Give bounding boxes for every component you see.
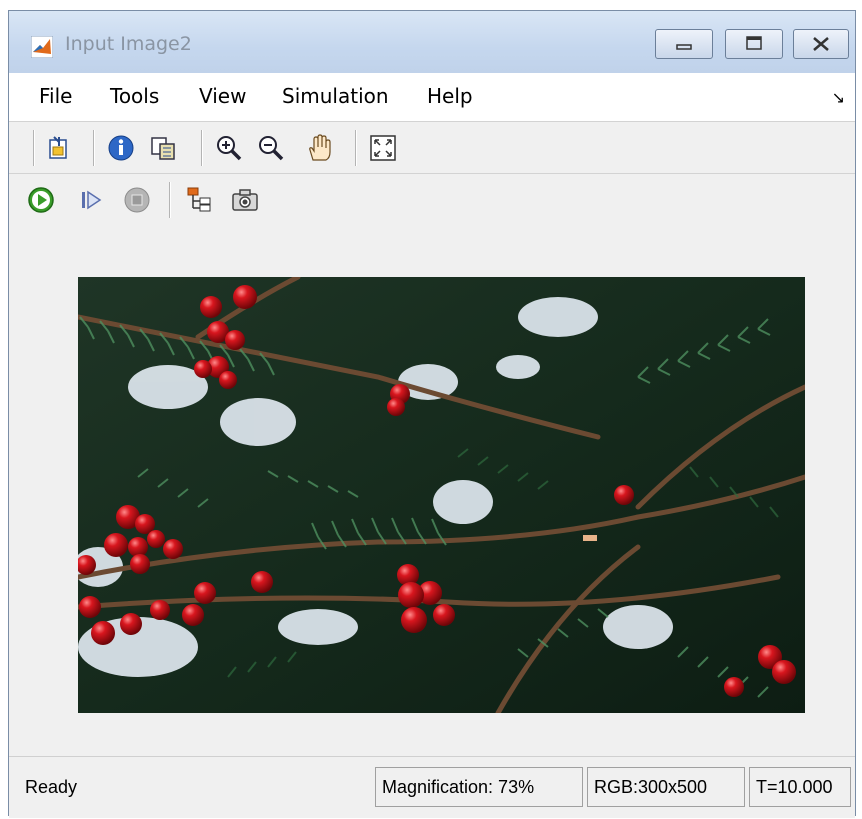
toolbar-separator bbox=[355, 130, 357, 166]
status-rgb-size: RGB:300x500 bbox=[587, 767, 745, 807]
toolbar-navigation bbox=[9, 121, 855, 174]
menu-file[interactable]: File bbox=[39, 84, 72, 108]
close-button[interactable] bbox=[793, 29, 849, 59]
maximize-button[interactable] bbox=[725, 29, 783, 59]
step-forward-icon[interactable] bbox=[77, 186, 105, 214]
run-icon[interactable] bbox=[27, 186, 55, 214]
undock-arrow-icon[interactable]: ↘ bbox=[832, 88, 845, 107]
pan-hand-icon[interactable] bbox=[305, 134, 333, 162]
menu-tools[interactable]: Tools bbox=[110, 84, 159, 108]
title-bar[interactable]: Input Image2 bbox=[9, 11, 855, 73]
menu-help[interactable]: Help bbox=[427, 84, 473, 108]
toolbar-simulation bbox=[9, 173, 855, 227]
toolbar-separator bbox=[93, 130, 95, 166]
close-icon bbox=[813, 37, 829, 51]
displayed-image[interactable] bbox=[78, 277, 805, 713]
status-bar: Ready Magnification: 73% RGB:300x500 T=1… bbox=[9, 756, 855, 818]
toolbar-separator bbox=[169, 182, 171, 218]
status-magnification: Magnification: 73% bbox=[375, 767, 583, 807]
zoom-in-icon[interactable] bbox=[215, 134, 243, 162]
status-time: T=10.000 bbox=[749, 767, 851, 807]
image-viewer-window: Input Image2 File Tools View Simulation … bbox=[8, 10, 856, 818]
snapshot-icon[interactable] bbox=[231, 186, 259, 214]
open-block-icon[interactable] bbox=[45, 134, 73, 162]
image-display-area[interactable] bbox=[9, 226, 855, 756]
fit-to-window-icon[interactable] bbox=[369, 134, 397, 162]
signal-hierarchy-icon[interactable] bbox=[185, 186, 213, 214]
copy-figure-icon[interactable] bbox=[149, 134, 177, 162]
menu-bar: File Tools View Simulation Help ↘ bbox=[9, 73, 855, 121]
status-state: Ready bbox=[25, 777, 78, 797]
maximize-icon bbox=[746, 36, 762, 50]
stop-icon[interactable] bbox=[123, 186, 151, 214]
minimize-button[interactable] bbox=[655, 29, 713, 59]
minimize-icon bbox=[676, 44, 692, 50]
menu-simulation[interactable]: Simulation bbox=[282, 84, 389, 108]
toolbar-separator bbox=[201, 130, 203, 166]
matlab-app-icon bbox=[31, 36, 53, 58]
window-title: Input Image2 bbox=[65, 33, 192, 55]
info-icon[interactable] bbox=[107, 134, 135, 162]
toolbar-separator bbox=[33, 130, 35, 166]
zoom-out-icon[interactable] bbox=[257, 134, 285, 162]
menu-view[interactable]: View bbox=[199, 84, 246, 108]
holly-berries-image bbox=[78, 277, 805, 713]
